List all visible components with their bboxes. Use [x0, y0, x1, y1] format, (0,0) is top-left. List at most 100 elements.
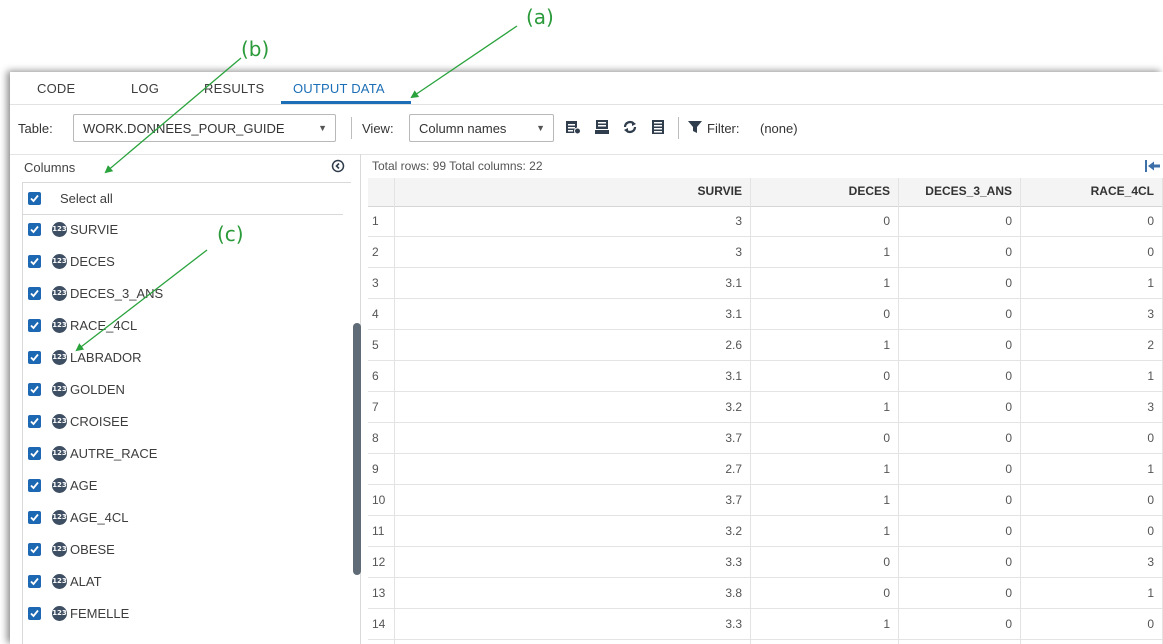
table-row[interactable]: 8 3.7 0 0 0 [368, 423, 1163, 454]
column-checkbox[interactable] [28, 447, 41, 460]
table-row[interactable]: 5 2.6 1 0 2 [368, 330, 1163, 361]
table-cell: 0 [899, 516, 1021, 546]
table-row[interactable]: 153.4103 [368, 640, 1163, 644]
column-checkbox[interactable] [28, 415, 41, 428]
columns-scrollbar[interactable] [353, 323, 361, 575]
table-row[interactable]: 13 3.8 0 0 1 [368, 578, 1163, 609]
tab-log[interactable]: LOG [131, 81, 159, 96]
row-details-icon[interactable] [650, 119, 666, 135]
export-icon[interactable] [594, 119, 610, 135]
column-item[interactable]: 123 DECES [23, 246, 343, 277]
column-header[interactable]: DECES [751, 178, 899, 206]
row-number-cell: 15 [368, 640, 395, 644]
column-checkbox[interactable] [28, 575, 41, 588]
table-row[interactable]: 6 3.1 0 0 1 [368, 361, 1163, 392]
column-checkbox[interactable] [28, 223, 41, 236]
column-item[interactable]: 123 SURVIE [23, 214, 343, 245]
table-cell: 3 [1021, 392, 1163, 422]
column-checkbox[interactable] [28, 287, 41, 300]
column-checkbox[interactable] [28, 319, 41, 332]
table-cell: 0 [899, 454, 1021, 484]
column-checkbox[interactable] [28, 479, 41, 492]
numeric-type-icon: 123 [52, 542, 67, 557]
collapse-panel-icon[interactable] [331, 159, 345, 173]
grid-summary: Total rows: 99 Total columns: 22 [372, 159, 543, 173]
table-cell: 0 [1021, 423, 1163, 453]
table-row[interactable]: 4 3.1 0 0 3 [368, 299, 1163, 330]
tab-code[interactable]: CODE [37, 81, 75, 96]
select-all-checkbox[interactable] [28, 192, 41, 205]
filter-icon[interactable] [687, 119, 703, 135]
table-cell: 3.7 [395, 423, 751, 453]
select-all-row[interactable]: Select all [23, 183, 343, 215]
row-number-cell: 1 [368, 206, 395, 236]
column-checkbox[interactable] [28, 255, 41, 268]
column-item[interactable]: 123 LABRADOR [23, 342, 343, 373]
columns-panel-title: Columns [24, 160, 76, 175]
column-item[interactable]: 123 AUTRE_RACE [23, 438, 343, 469]
table-cell: 0 [899, 299, 1021, 329]
table-cell: 2 [1021, 330, 1163, 360]
column-item[interactable]: 123 AGE_4CL [23, 502, 343, 533]
table-row[interactable]: 3 3.1 1 0 1 [368, 268, 1163, 299]
tab-output-data[interactable]: OUTPUT DATA [293, 81, 385, 96]
table-row[interactable]: 23100 [368, 237, 1163, 268]
table-cell: 1 [751, 485, 899, 515]
column-name: ALAT [70, 574, 102, 589]
view-select[interactable]: Column names ▼ [409, 114, 554, 142]
table-row[interactable]: 14 3.3 1 0 0 [368, 609, 1163, 640]
row-number-cell: 10 [368, 485, 395, 515]
table-cell: 1 [751, 237, 899, 267]
refresh-icon[interactable] [622, 119, 638, 135]
pin-columns-icon[interactable] [1145, 160, 1161, 172]
row-number-cell: 11 [368, 516, 395, 546]
table-row[interactable]: 11 3.2 1 0 0 [368, 516, 1163, 547]
grid-header-row: SURVIE DECES DECES_3_ANS RACE_4CL [368, 178, 1163, 207]
column-header[interactable]: SURVIE [395, 178, 751, 206]
tab-results[interactable]: RESULTS [204, 81, 264, 96]
row-number-cell: 9 [368, 454, 395, 484]
table-cell: 2.7 [395, 454, 751, 484]
dataset-properties-icon[interactable] [565, 119, 581, 135]
table-cell: 1 [1021, 454, 1163, 484]
toolbar: Table: WORK.DONNEES_POUR_GUIDE ▼ View: C… [10, 104, 1163, 155]
column-checkbox[interactable] [28, 607, 41, 620]
column-checkbox[interactable] [28, 511, 41, 524]
numeric-type-icon: 123 [52, 414, 67, 429]
column-item[interactable]: 123 CROISEE [23, 406, 343, 437]
table-row[interactable]: 10 3.7 1 0 0 [368, 485, 1163, 516]
row-number-header [368, 178, 395, 206]
table-cell: 0 [1021, 516, 1163, 546]
numeric-type-icon: 123 [52, 606, 67, 621]
column-header[interactable]: RACE_4CL [1021, 178, 1163, 206]
table-cell: 0 [751, 423, 899, 453]
filter-label[interactable]: Filter: [707, 121, 740, 136]
table-row[interactable]: 7 3.2 1 0 3 [368, 392, 1163, 423]
table-cell: 3.1 [395, 268, 751, 298]
column-header[interactable]: DECES_3_ANS [899, 178, 1021, 206]
table-select[interactable]: WORK.DONNEES_POUR_GUIDE ▼ [73, 114, 336, 142]
column-item[interactable]: 123 GOLDEN [23, 374, 343, 405]
column-checkbox[interactable] [28, 543, 41, 556]
table-cell: 0 [899, 640, 1021, 644]
column-item[interactable]: 123 FEMELLE [23, 598, 343, 629]
column-name: SURVIE [70, 222, 119, 237]
column-checkbox[interactable] [28, 351, 41, 364]
column-checkbox[interactable] [28, 383, 41, 396]
chevron-down-icon: ▼ [318, 123, 327, 133]
table-row[interactable]: 12 3.3 0 0 3 [368, 547, 1163, 578]
table-row[interactable]: 9 2.7 1 0 1 [368, 454, 1163, 485]
row-number-cell: 4 [368, 299, 395, 329]
column-item[interactable]: 123 DECES_3_ANS [23, 278, 343, 309]
column-item[interactable]: 123 OBESE [23, 534, 343, 565]
table-cell: 0 [1021, 485, 1163, 515]
table-row[interactable]: 13000 [368, 206, 1163, 237]
column-item[interactable]: 123 ALAT [23, 566, 343, 597]
column-item[interactable]: 123 RACE_4CL [23, 310, 343, 341]
toolbar-divider [678, 117, 679, 139]
table-cell: 0 [1021, 237, 1163, 267]
select-all-label: Select all [60, 191, 113, 206]
table-cell: 1 [751, 268, 899, 298]
column-item[interactable]: 123 AGE [23, 470, 343, 501]
table-cell: 3.2 [395, 392, 751, 422]
